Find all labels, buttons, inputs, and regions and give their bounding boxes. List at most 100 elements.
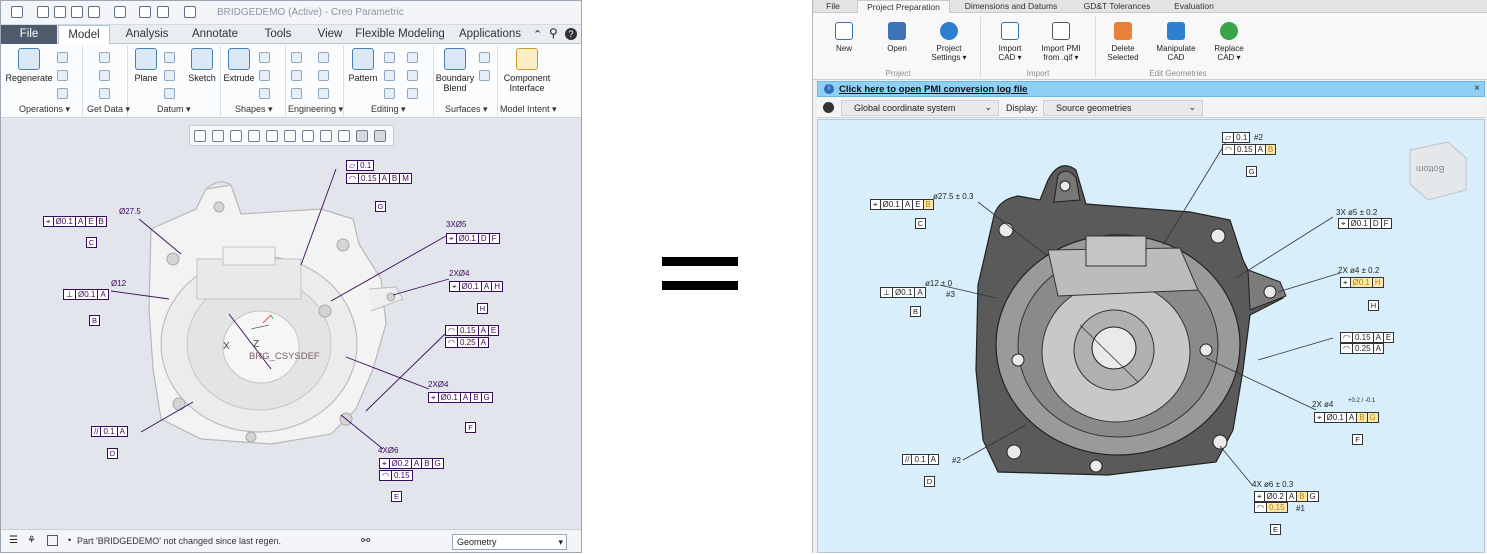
tab-file[interactable]: File <box>819 0 847 13</box>
position-frame-f[interactable]: ⌖ Ø0.1 A B G <box>1314 412 1379 423</box>
collapse-icon[interactable]: ⌃ <box>533 28 542 41</box>
dim-4x-dia-6[interactable]: 4X ø6 ± 0.3 <box>1252 480 1293 489</box>
tab-applications[interactable]: Applications <box>453 25 527 44</box>
sketch-button[interactable]: Sketch <box>187 48 217 83</box>
dim-3x-dia-5[interactable]: 3XØ5 <box>446 220 466 229</box>
group-operations[interactable]: Operations ▾ <box>19 104 70 115</box>
datum-d[interactable]: D <box>107 448 118 459</box>
search-icon[interactable]: ⚲ <box>549 26 558 40</box>
flatness-frame[interactable]: ▱ 0.1 <box>346 160 375 171</box>
datum-b[interactable]: B <box>89 315 100 326</box>
reorient-icon[interactable] <box>266 130 278 142</box>
datum-b[interactable]: B <box>910 306 921 317</box>
redo-icon[interactable] <box>114 6 126 18</box>
open-folder-icon[interactable] <box>54 6 66 18</box>
mirror-icon[interactable] <box>384 52 395 63</box>
profile-frame[interactable]: ◠ 0.15 A B M <box>346 173 412 184</box>
position-frame-e[interactable]: ⌖ Ø0.2 A B G <box>1254 491 1319 502</box>
datum-h[interactable]: H <box>477 303 488 314</box>
shrinkwrap-icon[interactable] <box>99 88 110 99</box>
shell-icon[interactable] <box>318 70 329 81</box>
perpendicularity-frame-b[interactable]: ⊥ Ø0.1 A <box>63 289 109 300</box>
datum-c[interactable]: C <box>86 237 97 248</box>
undo-icon[interactable] <box>88 6 100 18</box>
datum-display-icon[interactable] <box>338 130 350 142</box>
full-screen-icon[interactable] <box>47 535 58 546</box>
datum-h[interactable]: H <box>1368 300 1379 311</box>
display-style-icon[interactable] <box>302 130 314 142</box>
component-interface-button[interactable]: Component Interface <box>501 48 553 93</box>
axis-icon[interactable] <box>164 52 175 63</box>
tab-analysis[interactable]: Analysis <box>116 25 178 44</box>
offset-icon[interactable] <box>407 70 418 81</box>
manipulate-cad-button[interactable]: Manipulate CAD <box>1153 19 1199 62</box>
blend-icon[interactable] <box>259 88 270 99</box>
sweep-icon[interactable] <box>259 70 270 81</box>
position-frame-c[interactable]: ⌖ Ø0.1 A E B <box>43 216 107 227</box>
close-icon[interactable]: × <box>1474 83 1480 94</box>
tab-project-preparation[interactable]: Project Preparation <box>857 0 950 14</box>
dim-dia-27-5[interactable]: Ø27.5 <box>119 207 141 216</box>
position-frame-3x5[interactable]: ⌖ Ø0.1 D F <box>446 233 500 244</box>
project-settings-button[interactable]: Project Settings ▾ <box>929 19 969 62</box>
profile-frame-2[interactable]: ◠ 0.15 A E <box>445 325 500 336</box>
datum-e[interactable]: E <box>1270 524 1281 535</box>
display-select[interactable]: Source geometries ⌄ <box>1043 100 1203 116</box>
parallelism-frame-d[interactable]: //0.1 A <box>902 454 939 465</box>
thicken-icon[interactable] <box>407 88 418 99</box>
position-frame-c[interactable]: ⌖ Ø0.1 A E B <box>870 199 934 210</box>
style-icon[interactable] <box>479 52 490 63</box>
pattern-button[interactable]: Pattern <box>347 48 379 83</box>
import-pmi-button[interactable]: Import PMI from .qif ▾ <box>1039 19 1083 62</box>
delete-selected-button[interactable]: Delete Selected <box>1105 19 1141 62</box>
coordinate-system-icon[interactable] <box>164 88 175 99</box>
datum-f[interactable]: F <box>1352 434 1363 445</box>
browser-icon[interactable]: ⚘ <box>27 535 36 546</box>
binoculars-icon[interactable]: ⚯ <box>361 534 370 547</box>
coordinate-system-select[interactable]: Global coordinate system ⌄ <box>841 100 999 116</box>
group-get-data[interactable]: Get Data ▾ <box>87 104 130 115</box>
creo-graphics-area[interactable]: X Z BRG_CSYSDEF ▱ 0.1 ◠ 0.15 A B M G Ø27.5 ⌖ Ø… <box>1 119 581 529</box>
merge-icon[interactable] <box>384 88 395 99</box>
new-button[interactable]: New <box>833 19 855 53</box>
round-icon[interactable] <box>291 70 302 81</box>
tab-evaluation[interactable]: Evaluation <box>1169 0 1219 13</box>
new-file-icon[interactable] <box>37 6 49 18</box>
tab-annotate[interactable]: Annotate <box>183 25 247 44</box>
zoom-out-icon[interactable] <box>230 130 242 142</box>
position-frame-h[interactable]: ⌖ Ø0.1 A H <box>449 281 503 292</box>
tab-dimensions-and-datums[interactable]: Dimensions and Datums <box>959 0 1063 13</box>
copy-icon[interactable] <box>57 52 68 63</box>
profile-frame[interactable]: ◠ 0.15 A B <box>1222 144 1277 155</box>
zoom-in-icon[interactable] <box>212 130 224 142</box>
profile-frame-e[interactable]: ◠ 0.15 <box>379 470 413 481</box>
tab-model[interactable]: Model <box>58 25 110 44</box>
profile-frame-3[interactable]: ◠ 0.25 A <box>1340 343 1384 354</box>
dim-2x-dia-4-a[interactable]: 2XØ4 <box>449 269 469 278</box>
dim-3x-dia-5[interactable]: 3X ø5 ± 0.2 <box>1336 208 1377 217</box>
delete-icon[interactable] <box>57 88 68 99</box>
datum-c[interactable]: C <box>915 218 926 229</box>
annotation-display-icon[interactable] <box>356 130 368 142</box>
tab-flexible-modeling[interactable]: Flexible Modeling <box>353 25 447 44</box>
datum-e[interactable]: E <box>391 491 402 502</box>
tab-tools[interactable]: Tools <box>254 25 302 44</box>
view-manager-icon[interactable] <box>320 130 332 142</box>
trim-icon[interactable] <box>384 70 395 81</box>
replace-cad-button[interactable]: Replace CAD ▾ <box>1211 19 1247 62</box>
position-frame-e[interactable]: ⌖ Ø0.2 A B G <box>379 458 444 469</box>
point-icon[interactable] <box>164 70 175 81</box>
datum-g[interactable]: G <box>375 201 386 212</box>
windows-icon[interactable] <box>157 6 169 18</box>
globe-icon[interactable] <box>823 102 834 113</box>
position-frame-f[interactable]: ⌖ Ø0.1 A B G <box>428 392 493 403</box>
freestyle-icon[interactable] <box>479 70 490 81</box>
draft-icon[interactable] <box>318 52 329 63</box>
dim-2x-dia-4-b[interactable]: 2XØ4 <box>428 380 448 389</box>
rib-icon[interactable] <box>318 88 329 99</box>
perpendicularity-frame-b[interactable]: ⊥ Ø0.1 A <box>880 287 926 298</box>
open-button[interactable]: Open <box>885 19 909 53</box>
repaint-icon[interactable] <box>248 130 260 142</box>
tab-view[interactable]: View <box>309 25 351 44</box>
save-icon[interactable] <box>71 6 83 18</box>
